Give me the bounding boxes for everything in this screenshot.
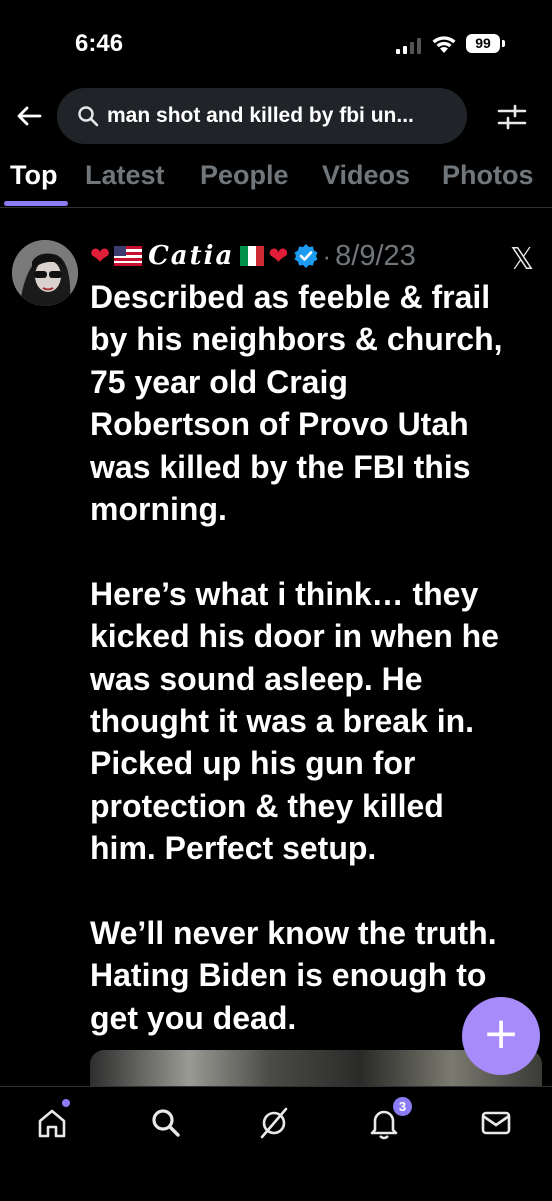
search-filter-icon[interactable] bbox=[495, 100, 529, 134]
tab-videos[interactable]: Videos bbox=[322, 160, 410, 191]
tweet[interactable]: ❤ Catia ❤ · 8/9/23 𝕏 Described as feeble… bbox=[0, 208, 552, 1110]
home-icon[interactable] bbox=[34, 1105, 70, 1141]
display-name[interactable]: Catia bbox=[148, 241, 234, 271]
grok-icon[interactable] bbox=[256, 1105, 292, 1141]
tab-latest[interactable]: Latest bbox=[85, 160, 165, 191]
tab-top[interactable]: Top bbox=[10, 160, 57, 191]
notifications-badge: 3 bbox=[393, 1097, 412, 1116]
avatar[interactable] bbox=[12, 240, 78, 306]
home-unread-dot bbox=[62, 1099, 70, 1107]
status-time: 6:46 bbox=[75, 30, 124, 57]
back-arrow-icon[interactable] bbox=[14, 101, 44, 131]
messages-envelope-icon[interactable] bbox=[478, 1105, 514, 1141]
separator-dot: · bbox=[322, 240, 332, 271]
tab-photos[interactable]: Photos bbox=[442, 160, 534, 191]
italy-flag-icon bbox=[240, 246, 265, 266]
us-flag-icon bbox=[114, 246, 143, 266]
avatar-image bbox=[12, 240, 78, 306]
active-tab-indicator bbox=[4, 201, 68, 206]
battery-tip bbox=[502, 40, 505, 47]
tweet-text: Described as feeble & frail by his neigh… bbox=[90, 276, 550, 1039]
compose-button[interactable]: + bbox=[462, 997, 540, 1075]
tab-people[interactable]: People bbox=[200, 160, 289, 191]
status-bar: 6:46 99 bbox=[0, 0, 552, 90]
bottom-navigation bbox=[0, 1086, 552, 1201]
search-icon bbox=[78, 106, 99, 127]
verified-badge-icon bbox=[294, 244, 317, 268]
x-logo-icon: 𝕏 bbox=[510, 242, 535, 277]
heart-icon: ❤ bbox=[90, 242, 111, 270]
search-tabs: Top Latest People Videos Photos bbox=[0, 148, 552, 208]
cellular-signal-icon bbox=[396, 38, 422, 54]
tweet-header: ❤ Catia ❤ · 8/9/23 bbox=[90, 238, 416, 274]
wifi-icon bbox=[432, 36, 456, 53]
search-query-text: man shot and killed by fbi un... bbox=[107, 104, 414, 127]
tweet-paragraph: Described as feeble & frail by his neigh… bbox=[90, 279, 503, 528]
heart-icon: ❤ bbox=[268, 242, 289, 270]
tweet-date[interactable]: 8/9/23 bbox=[335, 240, 416, 273]
tweet-paragraph: Here’s what i think… they kicked his doo… bbox=[90, 575, 499, 867]
battery-indicator: 99 bbox=[466, 34, 500, 53]
search-input[interactable]: man shot and killed by fbi un... bbox=[57, 88, 467, 144]
search-icon[interactable] bbox=[148, 1105, 184, 1141]
